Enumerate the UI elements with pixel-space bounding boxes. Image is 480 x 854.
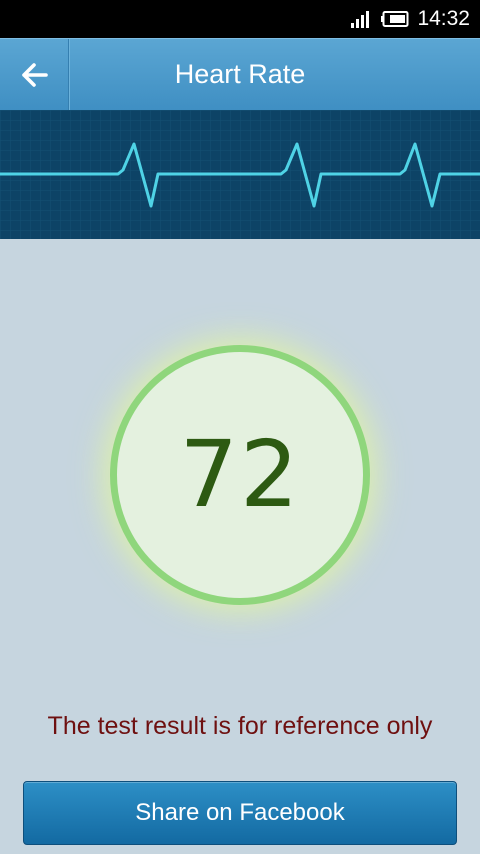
arrow-left-icon — [22, 62, 48, 87]
ecg-waveform — [0, 142, 480, 208]
disclaimer-text: The test result is for reference only — [47, 712, 433, 740]
app-header: Heart Rate — [0, 38, 480, 110]
ecg-line — [0, 142, 480, 208]
back-button[interactable] — [0, 39, 69, 110]
battery-icon — [381, 11, 409, 27]
status-icons: 14:32 — [351, 0, 470, 38]
signal-icon — [351, 11, 370, 28]
status-bar: 14:32 — [0, 0, 480, 38]
ecg-graph — [0, 110, 480, 239]
share-facebook-button[interactable]: Share on Facebook — [23, 781, 457, 845]
page-title: Heart Rate — [174, 59, 306, 89]
heart-rate-value: 72 — [179, 421, 301, 528]
heart-rate-result-circle: 72 — [110, 345, 370, 605]
status-time: 14:32 — [417, 7, 470, 30]
